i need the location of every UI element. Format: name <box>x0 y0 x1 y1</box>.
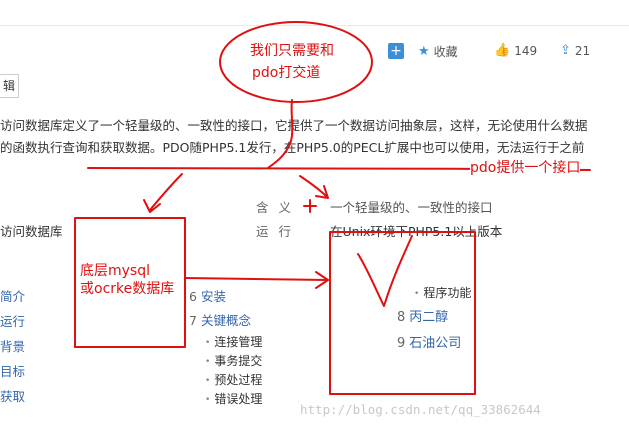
annotation-plus <box>303 199 317 213</box>
annotation-bottom-db: 底层mysql <box>80 263 150 279</box>
annotation-checkmark <box>357 235 413 307</box>
annotation-bubble-text: 我们只需要和 <box>250 43 334 59</box>
annotation-bubble-text-2: pdo打交道 <box>252 65 321 81</box>
annotation-arrow-right <box>299 175 329 199</box>
annotation-pdo-interface: pdo提供一个接口 <box>470 157 581 177</box>
annotation-bubble-tail <box>267 99 294 169</box>
watermark: http://blog.csdn.net/qq_33862644 <box>300 402 541 417</box>
annotation-arrow-left <box>143 173 183 213</box>
annotation-arrow-to-interface <box>184 271 329 289</box>
annotation-bottom-db-2: 或ocrke数据库 <box>80 281 175 297</box>
